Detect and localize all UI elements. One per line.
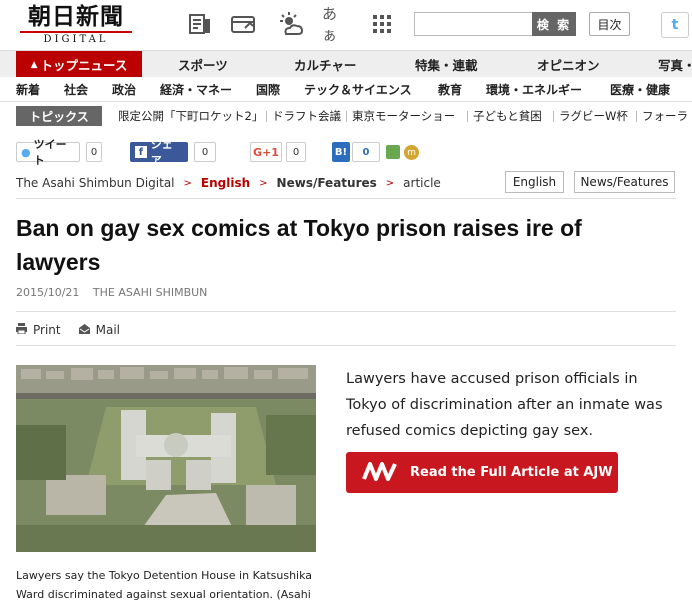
breadcrumb-article: article (403, 176, 441, 190)
topics-label: トピックス (16, 106, 102, 126)
evernote-icon[interactable] (386, 145, 400, 159)
subnav-society[interactable]: 社会 (64, 77, 88, 102)
subnav-international[interactable]: 国際 (256, 77, 280, 102)
tweet-label: ツイート (33, 138, 67, 167)
logo-rule (20, 31, 132, 33)
read-full-article-button[interactable]: Read the Full Article at AJW (346, 452, 618, 493)
mail-icon[interactable] (78, 323, 90, 337)
article-lead: Lawyers have accused prison officials in… (346, 371, 663, 439)
mixi-icon[interactable]: m (404, 145, 419, 160)
print-link[interactable]: Print (33, 323, 61, 337)
photo-caption: Lawyers say the Tokyo Detention House in… (16, 569, 313, 601)
gplus-button[interactable]: G+1 (250, 142, 282, 162)
tweet-count: 0 (86, 142, 102, 162)
article-tools: Print Mail (16, 322, 138, 338)
article-title: Ban on gay sex comics at Tokyo prison ra… (16, 215, 582, 275)
subnav-latest[interactable]: 新着 (16, 77, 40, 102)
facebook-share-label: シェア (150, 138, 173, 167)
breadcrumb-arrow-icon: > (259, 177, 268, 189)
search-input[interactable] (414, 12, 534, 36)
topic-separator (346, 111, 347, 122)
read-full-article-label: Read the Full Article at AJW (410, 465, 613, 480)
nav-culture[interactable]: カルチャー (294, 51, 356, 78)
topic-item[interactable]: フォーラ (642, 106, 688, 126)
divider (16, 311, 676, 312)
tweet-button[interactable]: ● ツイート (16, 138, 80, 167)
breadcrumb-arrow-icon: > (183, 177, 192, 189)
sub-nav: 新着 社会 政治 経済・マネー 国際 テック＆サイエンス 教育 環境・エネルギー… (0, 77, 692, 102)
topic-separator (266, 111, 267, 122)
gplus-count: 0 (286, 142, 306, 162)
topic-item[interactable]: ドラフト会議 (272, 106, 341, 126)
article-meta: 2015/10/21 THE ASAHI SHIMBUN (16, 286, 217, 299)
weather-icon[interactable] (277, 10, 305, 38)
breadcrumb: The Asahi Shimbun Digital > English > Ne… (16, 176, 441, 190)
subnav-politics[interactable]: 政治 (112, 77, 136, 102)
grid-menu-icon[interactable] (368, 10, 396, 38)
breadcrumb-english[interactable]: English (201, 176, 250, 190)
nav-top-news[interactable]: ▲ トップニュース (16, 51, 142, 78)
subnav-health[interactable]: 医療・健康 (610, 77, 670, 102)
divider (16, 345, 676, 346)
nav-sports[interactable]: スポーツ (178, 51, 228, 78)
mail-link[interactable]: Mail (96, 323, 120, 337)
subnav-environment[interactable]: 環境・エネルギー (486, 77, 582, 102)
facebook-count: 0 (194, 142, 216, 162)
nav-opinion[interactable]: オピニオン (537, 51, 600, 78)
twitter-icon[interactable]: t (661, 12, 689, 38)
twitter-bird-icon: ● (21, 145, 31, 159)
nav-top-news-label: トップニュース (40, 58, 128, 73)
breadcrumb-home[interactable]: The Asahi Shimbun Digital (16, 176, 175, 190)
topic-separator (553, 111, 554, 122)
nav-features[interactable]: 特集・連載 (415, 51, 478, 78)
facebook-share-button[interactable]: f シェア (130, 138, 188, 167)
subnav-economy[interactable]: 経済・マネー (160, 77, 232, 102)
site-header: 朝日新聞 DIGITAL あぁ 検 索 目次 t (0, 0, 692, 50)
topic-item[interactable]: 限定公開「下町ロケット2」 (118, 106, 263, 126)
nav-photo[interactable]: 写真・ (658, 51, 692, 78)
topic-item[interactable]: ラグビーW杯 (559, 106, 628, 126)
toc-button[interactable]: 目次 (589, 12, 630, 36)
main-nav: ▲ トップニュース スポーツ カルチャー 特集・連載 オピニオン 写真・ (0, 50, 692, 78)
ajw-logo-icon (362, 461, 398, 485)
topic-item[interactable]: 子どもと貧困 (473, 106, 542, 126)
search-button[interactable]: 検 索 (532, 12, 576, 36)
print-icon[interactable] (16, 323, 27, 337)
topic-item[interactable]: 東京モーターショー (352, 106, 455, 126)
facebook-icon: f (135, 146, 147, 158)
font-size-icon[interactable]: あぁ (322, 5, 350, 44)
divider (16, 198, 676, 199)
breadcrumb-news-features[interactable]: News/Features (277, 176, 377, 190)
subnav-education[interactable]: 教育 (438, 77, 462, 102)
article-source: THE ASAHI SHIMBUN (92, 286, 208, 299)
tag-english[interactable]: English (505, 171, 564, 193)
breadcrumb-arrow-icon: > (385, 177, 395, 189)
topics-bar: トピックス 限定公開「下町ロケット2」 ドラフト会議 東京モーターショー 子ども… (0, 106, 692, 128)
tag-news-features[interactable]: News/Features (574, 171, 675, 193)
logo-japanese: 朝日新聞 (28, 3, 124, 30)
card-icon[interactable] (230, 10, 258, 38)
hatena-bookmark-button[interactable]: B! (332, 142, 350, 162)
topic-separator (467, 111, 468, 122)
article-date: 2015/10/21 (16, 286, 80, 299)
subnav-tech-science[interactable]: テック＆サイエンス (304, 77, 412, 102)
site-logo[interactable]: 朝日新聞 DIGITAL (20, 3, 132, 45)
article-photo (16, 365, 316, 552)
logo-english: DIGITAL (43, 34, 109, 45)
share-bar: ● ツイート 0 f シェア 0 G+1 0 B! 0 m (0, 138, 692, 167)
paper-edition-icon[interactable] (186, 10, 214, 38)
topic-separator (636, 111, 637, 122)
hatena-count: 0 (352, 142, 380, 162)
